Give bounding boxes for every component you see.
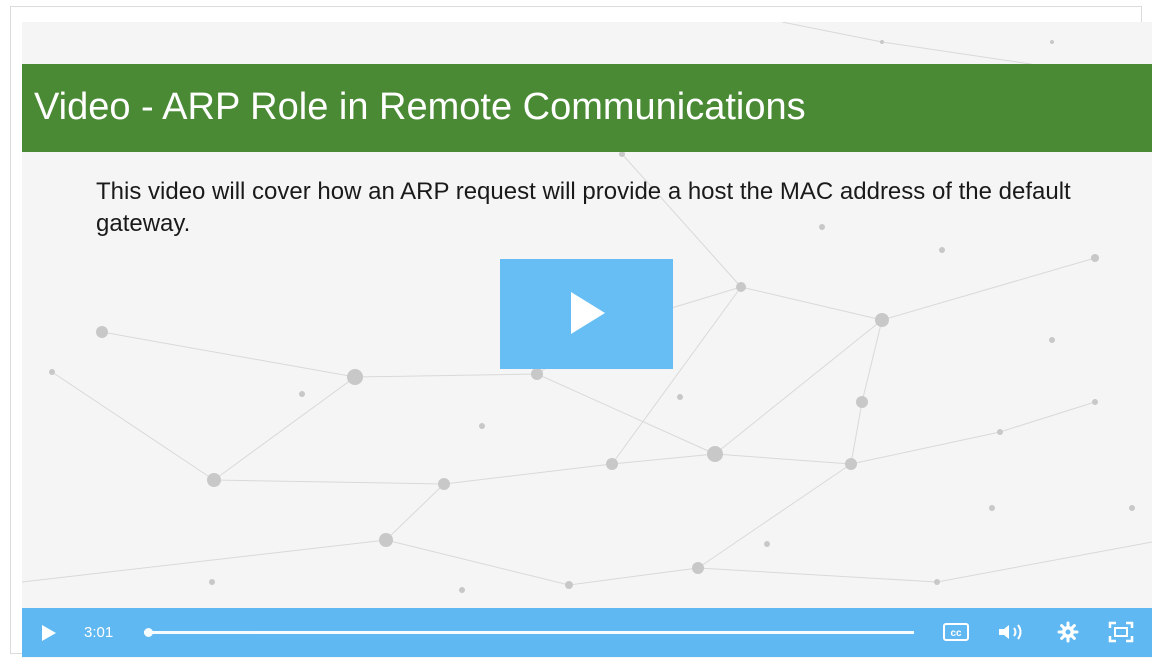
control-play-button[interactable] — [40, 624, 60, 642]
video-player[interactable]: Video - ARP Role in Remote Communication… — [22, 22, 1152, 658]
volume-button[interactable] — [996, 622, 1030, 642]
slide-description: This video will cover how an ARP request… — [96, 178, 1071, 237]
slide-title-bar: Video - ARP Role in Remote Communication… — [22, 64, 1152, 152]
settings-gear-icon — [1057, 621, 1079, 643]
closed-captions-icon: cc — [943, 623, 969, 641]
progress-scrubber[interactable] — [144, 628, 914, 637]
slide-title: Video - ARP Role in Remote Communication… — [34, 86, 806, 128]
video-control-bar: 3:01 cc — [22, 608, 1152, 657]
svg-text:cc: cc — [950, 628, 962, 639]
play-icon — [571, 292, 605, 334]
scrubber-handle[interactable] — [144, 628, 153, 637]
big-play-button[interactable] — [500, 259, 673, 369]
play-icon — [42, 625, 56, 641]
volume-icon — [999, 624, 1022, 640]
closed-captions-button[interactable]: cc — [942, 622, 970, 642]
current-time: 3:01 — [84, 624, 114, 641]
settings-button[interactable] — [1057, 621, 1079, 643]
fullscreen-icon — [1108, 621, 1134, 643]
fullscreen-button[interactable] — [1108, 621, 1134, 643]
